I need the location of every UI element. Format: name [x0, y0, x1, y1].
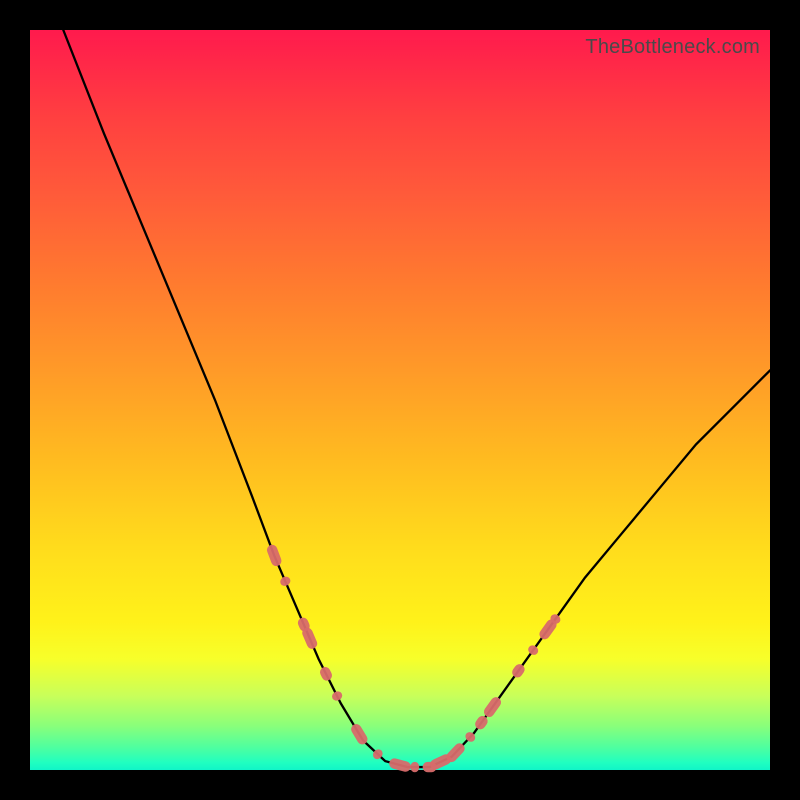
curve-marker — [301, 626, 319, 650]
curve-marker — [510, 662, 527, 679]
curve-marker — [526, 643, 540, 656]
curve-marker — [279, 575, 292, 587]
curve-marker — [482, 695, 503, 719]
curve-marker — [388, 757, 412, 773]
chart-svg — [30, 30, 770, 770]
curve-marker — [265, 543, 282, 567]
curve-marker — [330, 690, 343, 703]
curve-marker — [318, 665, 334, 682]
bottleneck-curve — [63, 30, 770, 767]
curve-marker — [410, 762, 419, 772]
chart-frame: TheBottleneck.com — [0, 0, 800, 800]
plot-area: TheBottleneck.com — [30, 30, 770, 770]
marker-layer — [265, 543, 562, 773]
